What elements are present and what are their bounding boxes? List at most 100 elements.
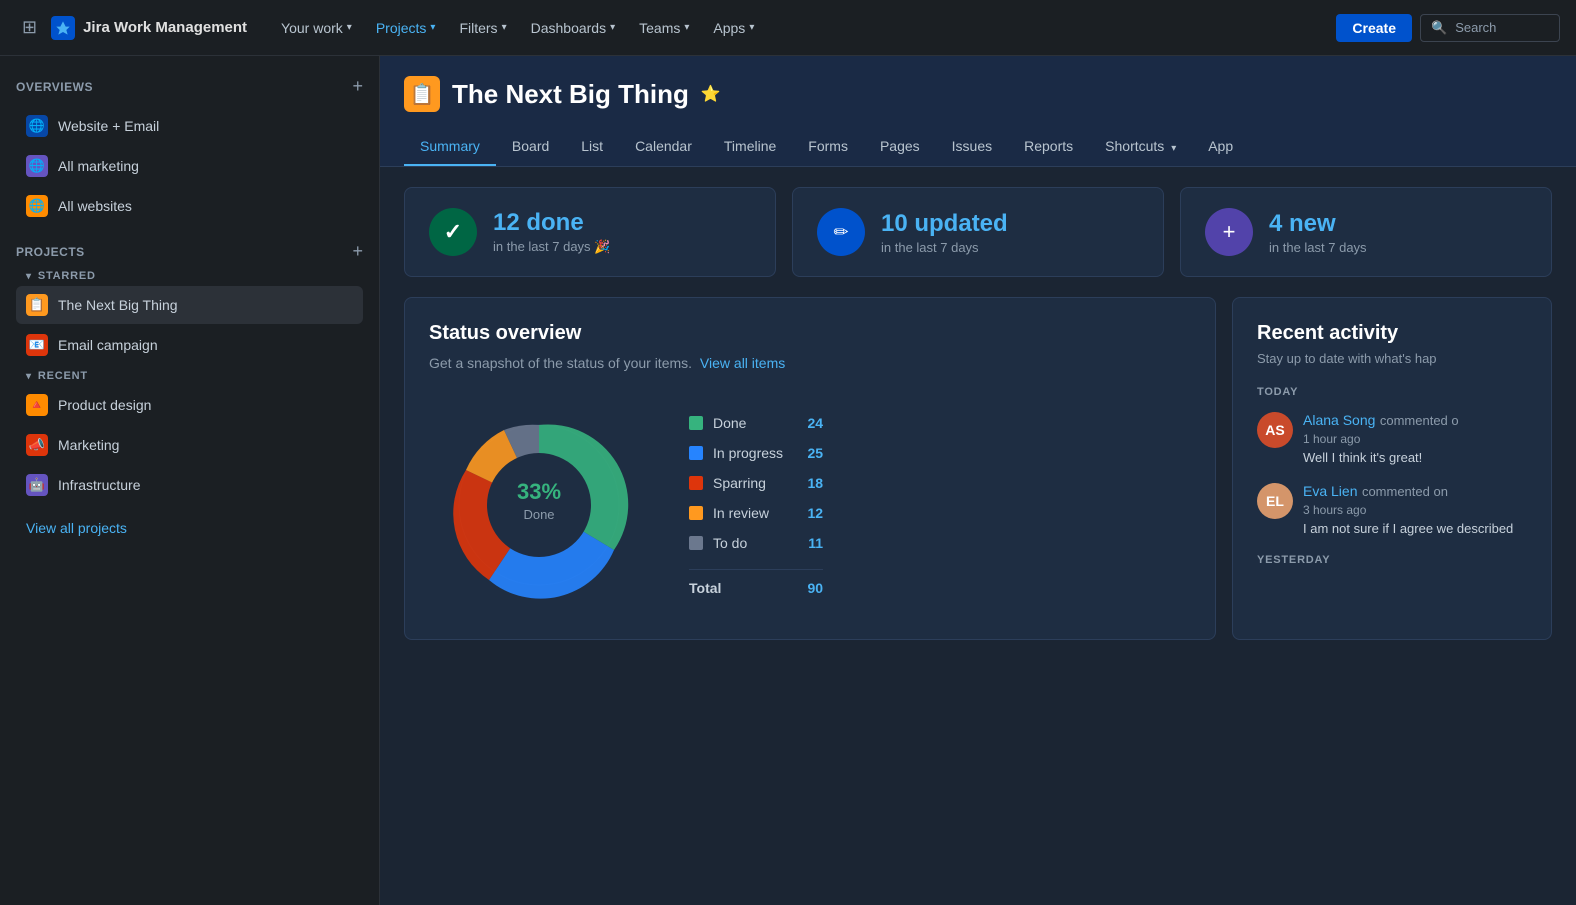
product-design-icon: 🔺 <box>26 394 48 416</box>
sidebar-item-website-email[interactable]: 🌐 Website + Email <box>16 107 363 145</box>
stat-updated-number: 10 updated <box>881 210 1008 238</box>
add-overview-icon[interactable]: + <box>352 76 363 97</box>
all-websites-icon: 🌐 <box>26 195 48 217</box>
search-placeholder: Search <box>1455 20 1496 35</box>
eva-quote: I am not sure if I agree we described <box>1303 521 1513 536</box>
stat-card-updated[interactable]: ✏ 10 updated in the last 7 days <box>792 187 1164 277</box>
chevron-down-icon: ▾ <box>502 22 507 33</box>
next-big-thing-icon: 📋 <box>26 294 48 316</box>
stat-card-new[interactable]: + 4 new in the last 7 days <box>1180 187 1552 277</box>
view-all-items-link[interactable]: View all items <box>700 355 785 371</box>
grid-icon[interactable]: ⊞ <box>16 11 43 44</box>
alana-avatar: AS <box>1257 412 1293 448</box>
infrastructure-icon: 🤖 <box>26 474 48 496</box>
tab-reports[interactable]: Reports <box>1008 128 1089 166</box>
chevron-down-icon: ▾ <box>749 22 754 33</box>
eva-avatar: EL <box>1257 483 1293 519</box>
sidebar-item-all-websites[interactable]: 🌐 All websites <box>16 187 363 225</box>
chevron-down-icon: ▾ <box>26 271 32 282</box>
star-icon[interactable]: ⭐ <box>701 84 721 104</box>
sparring-dot <box>689 476 703 490</box>
chevron-down-icon: ▾ <box>1171 143 1176 154</box>
yesterday-label: YESTERDAY <box>1257 554 1527 566</box>
view-all-projects[interactable]: View all projects <box>16 512 363 544</box>
tab-timeline[interactable]: Timeline <box>708 128 792 166</box>
project-icon: 📋 <box>404 76 440 112</box>
overviews-label: Overviews <box>16 80 93 94</box>
eva-time: 3 hours ago <box>1303 503 1513 517</box>
tab-board[interactable]: Board <box>496 128 565 166</box>
stat-done-label: in the last 7 days 🎉 <box>493 239 610 255</box>
legend-done: Done 24 <box>689 415 823 431</box>
legend-in-review: In review 12 <box>689 505 823 521</box>
in-progress-dot <box>689 446 703 460</box>
sidebar-item-infrastructure[interactable]: 🤖 Infrastructure <box>16 466 363 504</box>
tab-pages[interactable]: Pages <box>864 128 936 166</box>
chart-legend: Done 24 In progress 25 Sparring 18 <box>689 415 823 596</box>
marketing-icon: 📣 <box>26 434 48 456</box>
topnav-apps[interactable]: Apps ▾ <box>703 14 764 42</box>
overviews-section: Overviews + <box>16 76 363 97</box>
alana-name[interactable]: Alana Song <box>1303 412 1375 428</box>
today-label: TODAY <box>1257 386 1527 398</box>
eva-action: commented on <box>1362 484 1448 499</box>
content-area: Status overview Get a snapshot of the st… <box>380 297 1576 664</box>
recent-section[interactable]: ▾ RECENT <box>16 366 363 386</box>
website-email-icon: 🌐 <box>26 115 48 137</box>
topnav: ⊞ Jira Work Management Your work ▾ Proje… <box>0 0 1576 56</box>
starred-section[interactable]: ▾ STARRED <box>16 266 363 286</box>
chevron-down-icon: ▾ <box>430 22 435 33</box>
chevron-down-icon: ▾ <box>684 22 689 33</box>
tab-shortcuts[interactable]: Shortcuts ▾ <box>1089 128 1192 166</box>
donut-chart: 33% Done <box>429 395 649 615</box>
chevron-down-icon: ▾ <box>347 22 352 33</box>
alana-action: commented o <box>1380 413 1459 428</box>
svg-text:33%: 33% <box>517 479 561 504</box>
topnav-filters[interactable]: Filters ▾ <box>449 14 516 42</box>
topnav-your-work[interactable]: Your work ▾ <box>271 14 362 42</box>
project-title: The Next Big Thing <box>452 79 689 110</box>
tab-issues[interactable]: Issues <box>936 128 1008 166</box>
status-title: Status overview <box>429 322 1191 345</box>
svg-text:Done: Done <box>523 507 554 522</box>
done-dot <box>689 416 703 430</box>
search-box[interactable]: 🔍 Search <box>1420 14 1560 42</box>
create-button[interactable]: Create <box>1336 14 1412 42</box>
stat-updated-info: 10 updated in the last 7 days <box>881 210 1008 255</box>
tab-forms[interactable]: Forms <box>792 128 864 166</box>
eva-content: Eva Lien commented on 3 hours ago I am n… <box>1303 483 1513 536</box>
sidebar: Overviews + 🌐 Website + Email 🌐 All mark… <box>0 56 380 905</box>
tab-summary[interactable]: Summary <box>404 128 496 166</box>
logo-text: Jira Work Management <box>83 19 247 36</box>
eva-name[interactable]: Eva Lien <box>1303 483 1357 499</box>
logo[interactable]: Jira Work Management <box>51 16 247 40</box>
email-campaign-icon: 📧 <box>26 334 48 356</box>
topnav-dashboards[interactable]: Dashboards ▾ <box>521 14 626 42</box>
stat-new-number: 4 new <box>1269 210 1367 238</box>
sidebar-item-all-marketing[interactable]: 🌐 All marketing <box>16 147 363 185</box>
sidebar-item-email-campaign[interactable]: 📧 Email campaign <box>16 326 363 364</box>
stat-new-label: in the last 7 days <box>1269 240 1367 255</box>
topnav-teams[interactable]: Teams ▾ <box>629 14 699 42</box>
stat-new-info: 4 new in the last 7 days <box>1269 210 1367 255</box>
sidebar-item-product-design[interactable]: 🔺 Product design <box>16 386 363 424</box>
to-do-dot <box>689 536 703 550</box>
tab-calendar[interactable]: Calendar <box>619 128 708 166</box>
legend-sparring: Sparring 18 <box>689 475 823 491</box>
topnav-items: Your work ▾ Projects ▾ Filters ▾ Dashboa… <box>271 14 1320 42</box>
sidebar-item-next-big-thing[interactable]: 📋 The Next Big Thing <box>16 286 363 324</box>
topnav-projects[interactable]: Projects ▾ <box>366 14 446 42</box>
tab-app[interactable]: App <box>1192 128 1249 166</box>
status-overview: Status overview Get a snapshot of the st… <box>404 297 1216 640</box>
stat-updated-label: in the last 7 days <box>881 240 1008 255</box>
legend-in-progress: In progress 25 <box>689 445 823 461</box>
stat-done-number: 12 done <box>493 209 610 237</box>
add-project-icon[interactable]: + <box>352 241 363 262</box>
stat-card-done[interactable]: ✓ 12 done in the last 7 days 🎉 <box>404 187 776 277</box>
activity-subtitle: Stay up to date with what's hap <box>1257 351 1527 366</box>
tab-list[interactable]: List <box>565 128 619 166</box>
all-marketing-icon: 🌐 <box>26 155 48 177</box>
in-review-dot <box>689 506 703 520</box>
projects-label: Projects <box>16 245 85 259</box>
sidebar-item-marketing[interactable]: 📣 Marketing <box>16 426 363 464</box>
